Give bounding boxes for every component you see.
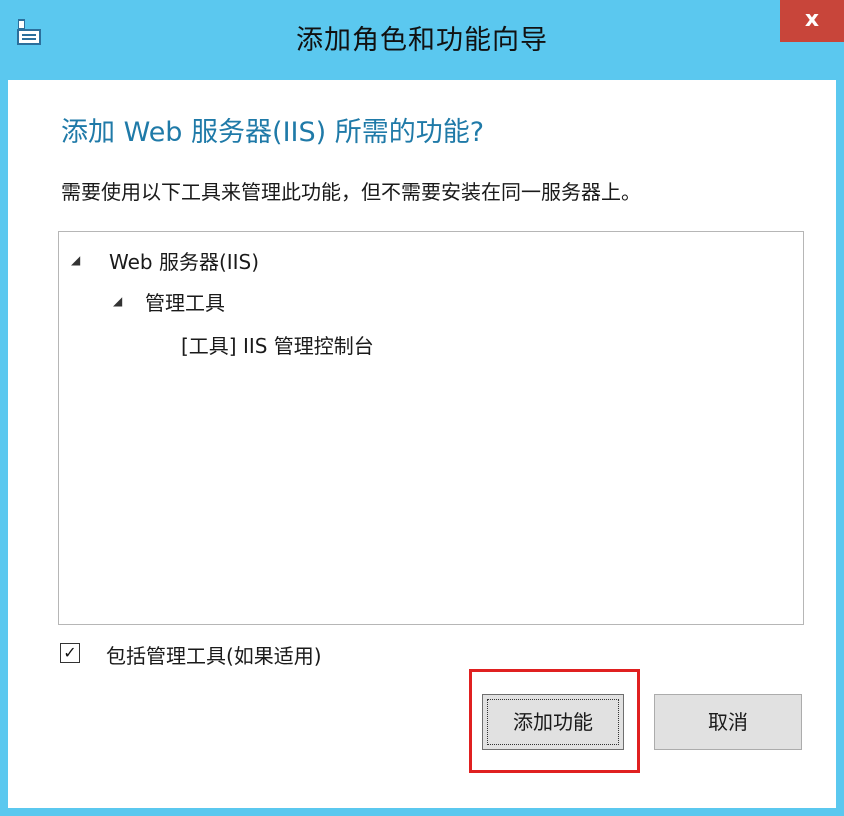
checkmark-icon: ✓ xyxy=(63,643,77,662)
close-button[interactable]: x xyxy=(780,0,844,42)
features-tree[interactable]: ◢ Web 服务器(IIS) ◢ 管理工具 [工具] IIS 管理控制台 xyxy=(58,231,804,625)
tree-item-web-server[interactable]: Web 服务器(IIS) xyxy=(109,246,259,275)
cancel-label: 取消 xyxy=(708,710,748,734)
window-title: 添加角色和功能向导 xyxy=(296,25,548,56)
add-features-button[interactable]: 添加功能 xyxy=(482,694,624,750)
description-text: 需要使用以下工具来管理此功能，但不需要安装在同一服务器上。 xyxy=(61,180,641,204)
expand-arrow-icon[interactable]: ◢ xyxy=(71,253,80,267)
title-bar[interactable]: 添加角色和功能向导 x xyxy=(0,0,844,80)
cancel-button[interactable]: 取消 xyxy=(654,694,802,750)
close-icon: x xyxy=(804,7,820,32)
expand-arrow-icon[interactable]: ◢ xyxy=(113,294,122,308)
focus-ring xyxy=(487,699,619,745)
tree-item-iis-console[interactable]: [工具] IIS 管理控制台 xyxy=(181,330,374,359)
include-tools-checkbox[interactable]: ✓ xyxy=(60,643,80,663)
dialog-body: 添加 Web 服务器(IIS) 所需的功能? 需要使用以下工具来管理此功能，但不… xyxy=(8,80,836,808)
add-roles-features-dialog: 添加角色和功能向导 x 添加 Web 服务器(IIS) 所需的功能? 需要使用以… xyxy=(0,0,844,816)
tree-item-management-tools[interactable]: 管理工具 xyxy=(145,287,225,316)
include-tools-label: 包括管理工具(如果适用) xyxy=(106,644,322,668)
page-title: 添加 Web 服务器(IIS) 所需的功能? xyxy=(61,117,485,148)
